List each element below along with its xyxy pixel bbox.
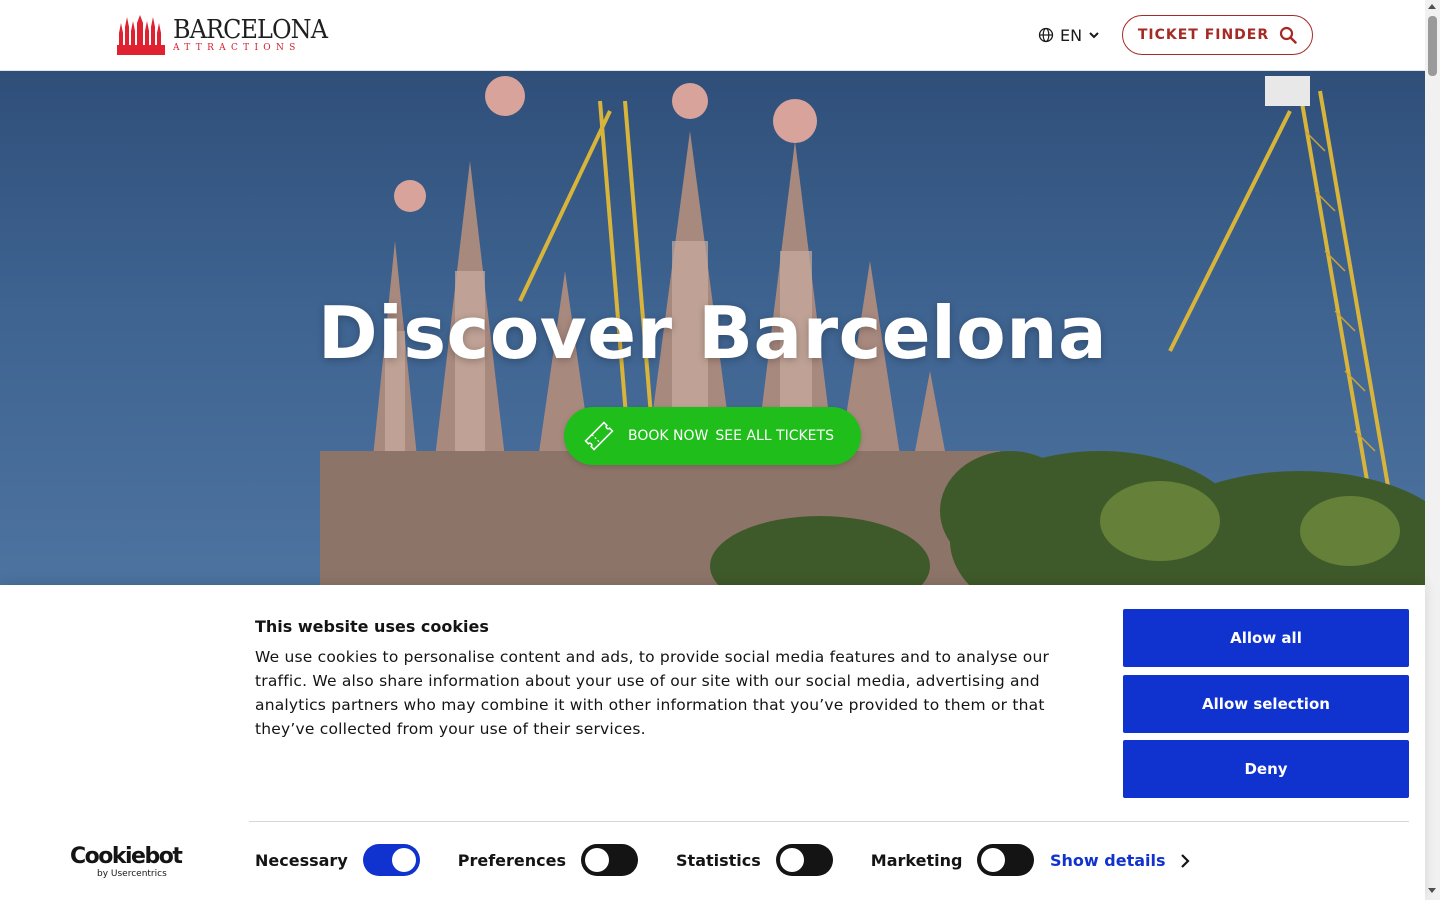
chevron-right-icon [1180, 853, 1190, 868]
see-all-tickets-label: SEE ALL TICKETS [715, 428, 834, 444]
scroll-thumb[interactable] [1428, 16, 1437, 76]
site-logo[interactable]: BARCELONA ATTRACTIONS [117, 15, 340, 55]
logo-cathedral-icon [117, 15, 165, 55]
ticket-finder-label: TICKET FINDER [1137, 27, 1270, 43]
cookiebot-logo[interactable]: Cookiebot by Usercentrics [70, 844, 183, 880]
marketing-label: Marketing [870, 850, 963, 870]
statistics-label: Statistics [676, 850, 761, 870]
page-scrollbar[interactable] [1425, 0, 1440, 900]
allow-all-button[interactable]: Allow all [1123, 609, 1409, 667]
allow-selection-button[interactable]: Allow selection [1123, 675, 1409, 733]
statistics-toggle[interactable] [775, 844, 833, 876]
cookie-title: This website uses cookies [255, 617, 489, 636]
chevron-down-icon [1089, 32, 1099, 39]
ticket-icon [584, 421, 614, 451]
logo-wordmark: BARCELONA [173, 15, 328, 45]
search-icon [1280, 26, 1297, 44]
ticket-finder-button[interactable]: TICKET FINDER [1122, 15, 1313, 55]
consent-toggles: Necessary Preferences Statistics Marketi… [255, 844, 1072, 876]
language-code: EN [1060, 25, 1083, 45]
site-header: BARCELONA ATTRACTIONS EN TICKET FINDER [0, 0, 1425, 71]
cookiebot-wordmark: Cookiebot [70, 844, 183, 869]
cookie-divider [249, 821, 1409, 822]
scroll-up-arrow[interactable] [1428, 4, 1436, 9]
cookie-consent-banner: This website uses cookies We use cookies… [0, 585, 1425, 900]
scroll-down-arrow[interactable] [1428, 888, 1436, 893]
cookie-description: We use cookies to personalise content an… [255, 648, 1050, 738]
marketing-toggle[interactable] [977, 844, 1035, 876]
language-selector[interactable]: EN [1038, 24, 1100, 46]
globe-icon [1038, 27, 1054, 43]
show-details-label: Show details [1050, 851, 1166, 870]
necessary-label: Necessary [255, 850, 348, 870]
show-details-link[interactable]: Show details [1050, 851, 1190, 870]
book-now-button[interactable]: BOOK NOW SEE ALL TICKETS [564, 407, 861, 465]
hero-title: Discover Barcelona [317, 291, 1108, 375]
deny-button[interactable]: Deny [1123, 740, 1409, 798]
preferences-label: Preferences [457, 850, 567, 870]
book-now-label: BOOK NOW [628, 428, 709, 444]
cookiebot-tagline: by Usercentrics [97, 869, 167, 879]
preferences-toggle[interactable] [581, 844, 639, 876]
necessary-toggle[interactable] [362, 844, 420, 876]
hero-section: Discover Barcelona BOOK NOW SEE ALL TICK… [0, 71, 1425, 585]
